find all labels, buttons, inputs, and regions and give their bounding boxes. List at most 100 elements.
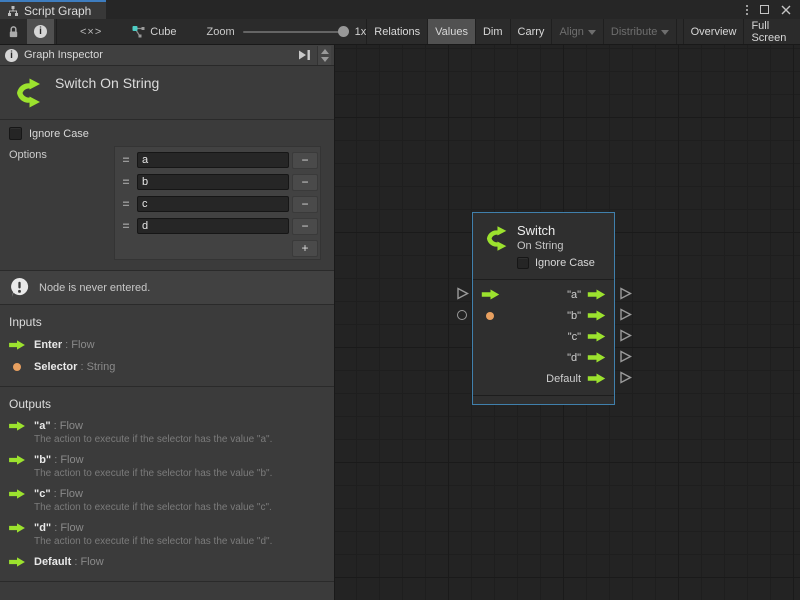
- output-port-icon[interactable]: [587, 352, 606, 363]
- dock-panel-icon[interactable]: [298, 49, 311, 61]
- window-menu-icon[interactable]: [746, 5, 748, 15]
- output-port-icon[interactable]: [587, 331, 606, 342]
- maximize-icon[interactable]: [760, 5, 769, 14]
- output-connection-triangle-d[interactable]: [619, 350, 632, 363]
- selector-connection-circle[interactable]: [457, 310, 467, 320]
- node-row-c: "c": [473, 326, 614, 347]
- lock-button[interactable]: [0, 19, 27, 44]
- inspector-header: i Graph Inspector: [0, 45, 334, 66]
- scroll-down-icon[interactable]: [321, 57, 329, 62]
- node-row-default: Default: [473, 368, 614, 389]
- graph-canvas[interactable]: Switch On String Ignore Case "a": [335, 45, 800, 600]
- graph-tree-icon: [7, 5, 19, 17]
- input-port-selector: Selector : String: [9, 361, 325, 373]
- carry-button[interactable]: Carry: [510, 19, 552, 44]
- option-input[interactable]: [137, 174, 289, 190]
- overview-button[interactable]: Overview: [683, 19, 744, 44]
- option-row: = −: [115, 215, 318, 237]
- port-description: The action to execute if the selector ha…: [34, 536, 325, 547]
- input-port-enter: Enter : Flow: [9, 339, 325, 351]
- output-connection-triangle-c[interactable]: [619, 329, 632, 342]
- warning-text: Node is never entered.: [39, 282, 150, 294]
- drag-handle-icon[interactable]: =: [115, 153, 137, 167]
- relations-button[interactable]: Relations: [366, 19, 427, 44]
- enter-connection-triangle[interactable]: [456, 287, 469, 300]
- zoom-slider-handle[interactable]: [338, 26, 349, 37]
- remove-option-button[interactable]: −: [292, 196, 318, 213]
- output-port-a: "a" : Flow The action to execute if the …: [9, 420, 325, 445]
- flow-arrow-icon: [9, 523, 25, 533]
- inspector-empty-area: [0, 582, 334, 600]
- port-description: The action to execute if the selector ha…: [34, 434, 325, 445]
- tab-bar-spacer: [106, 0, 746, 19]
- node-row-enter-a: "a": [473, 284, 614, 305]
- warning-banner: Node is never entered.: [0, 271, 334, 305]
- switch-on-string-node[interactable]: Switch On String Ignore Case "a": [472, 212, 615, 405]
- values-button[interactable]: Values: [427, 19, 475, 44]
- flow-arrow-icon: [9, 340, 25, 350]
- zoom-label: Zoom: [207, 26, 235, 38]
- info-icon: i: [5, 49, 18, 62]
- add-option-button[interactable]: +: [292, 240, 318, 257]
- switch-icon: [481, 225, 508, 252]
- outputs-heading: Outputs: [9, 397, 325, 411]
- output-label: "b": [567, 310, 581, 322]
- ignore-case-label: Ignore Case: [29, 128, 89, 140]
- option-row: = −: [115, 149, 318, 171]
- output-label: Default: [546, 373, 581, 385]
- options-label: Options: [9, 146, 114, 260]
- output-connection-triangle-a[interactable]: [619, 287, 632, 300]
- tab-script-graph[interactable]: Script Graph: [0, 0, 106, 19]
- graph-target-button[interactable]: Cube: [123, 19, 184, 44]
- output-label: "a": [567, 289, 581, 301]
- output-port-icon[interactable]: [587, 289, 606, 300]
- chevron-down-icon: [661, 30, 669, 35]
- output-port-icon[interactable]: [587, 310, 606, 321]
- panel-scroll-spinner[interactable]: [317, 46, 331, 65]
- value-port-icon: [13, 363, 21, 371]
- option-row: = −: [115, 171, 318, 193]
- distribute-dropdown[interactable]: Distribute: [603, 19, 676, 44]
- graph-asset-icon: [131, 25, 145, 38]
- tab-label: Script Graph: [24, 4, 91, 18]
- flow-arrow-icon: [9, 557, 25, 567]
- inputs-heading: Inputs: [9, 315, 325, 329]
- option-input[interactable]: [137, 152, 289, 168]
- node-settings-section: Ignore Case Options = − = −: [0, 120, 334, 271]
- zoom-slider[interactable]: [243, 31, 347, 33]
- node-ignore-case-checkbox[interactable]: [517, 257, 529, 269]
- outputs-section: Outputs "a" : Flow The action to execute…: [0, 387, 334, 582]
- remove-option-button[interactable]: −: [292, 152, 318, 169]
- inspector-toggle-button[interactable]: i: [27, 19, 54, 44]
- option-input[interactable]: [137, 196, 289, 212]
- drag-handle-icon[interactable]: =: [115, 219, 137, 233]
- node-subtitle: On String: [517, 240, 563, 252]
- edit-source-button[interactable]: <×>: [73, 19, 109, 44]
- enter-port-icon[interactable]: [481, 289, 500, 300]
- code-icon: <×>: [80, 26, 102, 38]
- option-input[interactable]: [137, 218, 289, 234]
- remove-option-button[interactable]: −: [292, 174, 318, 191]
- full-screen-button[interactable]: Full Screen: [743, 19, 800, 44]
- output-port-icon[interactable]: [587, 373, 606, 384]
- align-dropdown[interactable]: Align: [551, 19, 602, 44]
- flow-arrow-icon: [9, 455, 25, 465]
- close-icon[interactable]: [781, 5, 791, 15]
- output-connection-triangle-default[interactable]: [619, 371, 632, 384]
- ignore-case-checkbox[interactable]: [9, 127, 22, 140]
- tab-bar: Script Graph: [0, 0, 800, 19]
- scroll-up-icon[interactable]: [321, 49, 329, 54]
- drag-handle-icon[interactable]: =: [115, 197, 137, 211]
- flow-arrow-icon: [9, 489, 25, 499]
- node-header[interactable]: Switch On String Ignore Case: [473, 213, 614, 280]
- remove-option-button[interactable]: −: [292, 218, 318, 235]
- drag-handle-icon[interactable]: =: [115, 175, 137, 189]
- graph-toolbar: i <×> Cube Zoom 1x Relations Values Dim: [0, 19, 800, 45]
- dim-button[interactable]: Dim: [475, 19, 510, 44]
- inspector-title: Graph Inspector: [24, 49, 103, 61]
- inputs-section: Inputs Enter : Flow Selector : String: [0, 305, 334, 387]
- inspected-node-title: Switch On String: [55, 75, 159, 119]
- selector-port-icon[interactable]: [486, 312, 494, 320]
- output-connection-triangle-b[interactable]: [619, 308, 632, 321]
- graph-inspector-panel: i Graph Inspector Switch On String: [0, 45, 335, 600]
